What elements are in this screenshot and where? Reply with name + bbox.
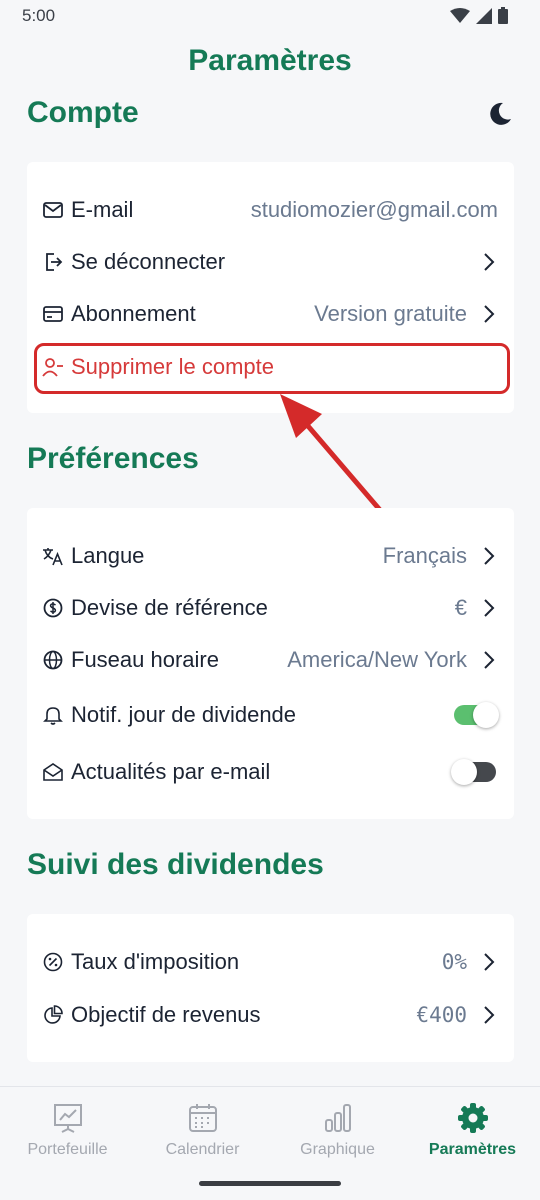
presentation-chart-icon bbox=[53, 1104, 82, 1133]
page-title: Paramètres bbox=[188, 44, 352, 77]
chevron-right-icon bbox=[484, 547, 495, 565]
nav-settings-label: Paramètres bbox=[428, 1141, 517, 1158]
battery-icon bbox=[498, 7, 508, 24]
email-label: E-mail bbox=[71, 197, 134, 222]
income-goal-value: €400 bbox=[416, 1003, 467, 1027]
status-icons bbox=[450, 7, 508, 24]
nav-chart[interactable]: Graphique bbox=[270, 1101, 405, 1159]
chevron-right-icon bbox=[484, 953, 495, 971]
status-bar: 5:00 bbox=[0, 0, 540, 34]
percent-badge-icon bbox=[42, 951, 64, 973]
section-title-account: Compte bbox=[27, 96, 139, 129]
nav-chart-label: Graphique bbox=[300, 1141, 375, 1158]
bar-chart-icon bbox=[324, 1104, 351, 1132]
nav-settings[interactable]: Paramètres bbox=[405, 1101, 540, 1159]
gear-icon bbox=[457, 1103, 488, 1133]
currency-row[interactable]: Devise de référence € bbox=[27, 588, 514, 628]
email-news-row: Actualités par e-mail bbox=[27, 752, 514, 792]
nav-portfolio[interactable]: Portefeuille bbox=[0, 1101, 135, 1159]
preferences-card: Langue Français Devise de référence € Fu… bbox=[27, 508, 514, 819]
timezone-label: Fuseau horaire bbox=[71, 647, 219, 672]
dollar-circle-icon bbox=[42, 597, 64, 619]
logout-icon bbox=[42, 251, 64, 273]
dividend-notification-row: Notif. jour de dividende bbox=[27, 695, 514, 735]
logout-label: Se déconnecter bbox=[71, 249, 226, 274]
pie-chart-icon bbox=[42, 1004, 64, 1026]
wifi-icon bbox=[450, 7, 470, 23]
income-goal-label: Objectif de revenus bbox=[71, 1002, 261, 1027]
translate-icon bbox=[42, 545, 64, 567]
nav-calendar[interactable]: Calendrier bbox=[135, 1101, 270, 1159]
currency-value: € bbox=[454, 595, 467, 620]
language-value: Français bbox=[382, 543, 467, 568]
nav-calendar-label: Calendrier bbox=[165, 1141, 240, 1158]
email-news-toggle[interactable] bbox=[451, 759, 496, 785]
chevron-right-icon bbox=[484, 599, 495, 617]
timezone-row[interactable]: Fuseau horaire America/New York bbox=[27, 640, 514, 680]
status-time: 5:00 bbox=[22, 6, 56, 25]
toggle-knob bbox=[451, 759, 477, 785]
dividend-notification-label: Notif. jour de dividende bbox=[71, 702, 297, 727]
dividends-card: Taux d'imposition 0% Objectif de revenus… bbox=[27, 914, 514, 1062]
timezone-value: America/New York bbox=[287, 647, 467, 672]
subscription-label: Abonnement bbox=[71, 301, 196, 326]
mail-icon bbox=[42, 199, 64, 221]
home-indicator bbox=[199, 1181, 341, 1186]
highlight-box bbox=[34, 343, 510, 394]
toggle-knob bbox=[473, 702, 499, 728]
tax-rate-row[interactable]: Taux d'imposition 0% bbox=[27, 942, 514, 982]
section-title-dividends: Suivi des dividendes bbox=[27, 848, 324, 881]
subscription-row[interactable]: Abonnement Version gratuite bbox=[27, 294, 514, 334]
tax-rate-value: 0% bbox=[441, 950, 467, 974]
email-row: E-mail studiomozier@gmail.com bbox=[27, 190, 514, 230]
tax-rate-label: Taux d'imposition bbox=[71, 949, 240, 974]
nav-portfolio-label: Portefeuille bbox=[27, 1141, 108, 1158]
language-row[interactable]: Langue Français bbox=[27, 536, 514, 576]
income-goal-row[interactable]: Objectif de revenus €400 bbox=[27, 995, 514, 1035]
mail-open-icon bbox=[42, 761, 64, 783]
annotation-arrow bbox=[280, 394, 383, 513]
calendar-icon bbox=[188, 1104, 217, 1132]
chevron-right-icon bbox=[484, 305, 495, 323]
dividend-notification-toggle[interactable] bbox=[454, 702, 499, 728]
section-title-preferences: Préférences bbox=[27, 442, 199, 475]
chevron-right-icon bbox=[484, 1006, 495, 1024]
currency-label: Devise de référence bbox=[71, 595, 268, 620]
dark-mode-moon-icon[interactable] bbox=[486, 100, 514, 128]
chevron-right-icon bbox=[484, 253, 495, 271]
credit-card-icon bbox=[42, 303, 64, 325]
bell-icon bbox=[42, 704, 64, 726]
email-news-label: Actualités par e-mail bbox=[71, 759, 271, 784]
email-value: studiomozier@gmail.com bbox=[250, 197, 498, 222]
signal-icon bbox=[476, 7, 492, 24]
logout-row[interactable]: Se déconnecter bbox=[27, 242, 514, 282]
chevron-right-icon bbox=[484, 651, 495, 669]
globe-icon bbox=[42, 649, 64, 671]
language-label: Langue bbox=[71, 543, 145, 568]
subscription-value: Version gratuite bbox=[314, 301, 467, 326]
